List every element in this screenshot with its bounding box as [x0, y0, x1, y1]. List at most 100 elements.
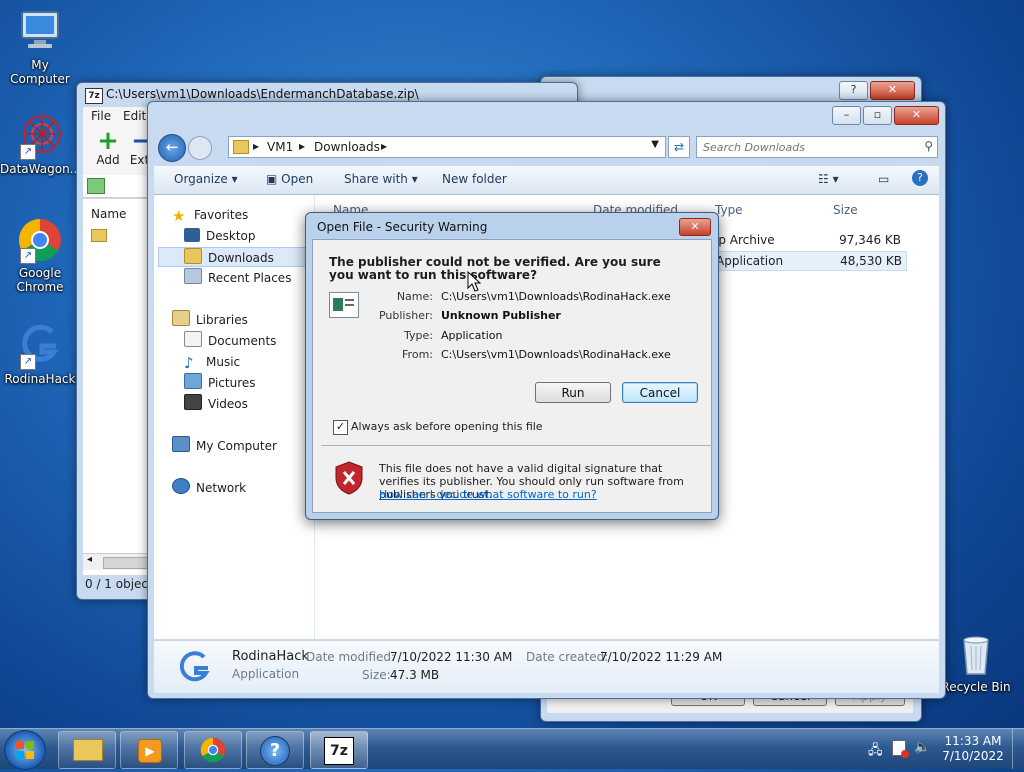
clock-time: 11:33 AM — [944, 734, 1002, 748]
breadcrumb-separator-icon: ▸ — [381, 139, 388, 153]
help-icon[interactable]: ? — [912, 170, 928, 186]
desktop-icon-label: Google Chrome — [16, 266, 64, 294]
nav-label: Desktop — [206, 229, 256, 243]
menu-file[interactable]: File — [91, 109, 111, 123]
sevenzip-icon: 7z — [324, 737, 354, 765]
help-link[interactable]: How can I decide what software to run? — [379, 488, 597, 501]
dialog-body: The publisher could not be verified. Are… — [312, 239, 713, 513]
details-size: 47.3 MB — [390, 668, 440, 682]
scroll-left-icon[interactable]: ◂ — [87, 554, 92, 565]
nav-my-computer[interactable]: My Computer — [172, 436, 277, 456]
run-button[interactable]: Run — [535, 382, 611, 403]
windows-logo-icon — [16, 741, 34, 759]
scrollbar-thumb[interactable] — [103, 557, 151, 569]
breadcrumb-downloads[interactable]: Downloads — [314, 140, 380, 154]
nav-pictures[interactable]: Pictures — [184, 373, 256, 393]
close-button[interactable]: ✕ — [870, 81, 915, 100]
taskbar-explorer-button[interactable] — [58, 731, 116, 769]
view-options-icon[interactable]: ☷ ▾ — [818, 172, 839, 186]
navigation-pane: ★ Favorites Desktop Downloads Recent Plac… — [154, 195, 315, 639]
open-button[interactable]: ▣ Open — [266, 172, 313, 186]
start-button[interactable] — [4, 730, 46, 770]
file-size: 48,530 KB — [840, 254, 902, 268]
taskbar-media-player-button[interactable]: ▶ — [120, 731, 178, 769]
from-label: From: — [402, 348, 433, 361]
videos-icon — [184, 394, 202, 410]
share-with-button[interactable]: Share with ▾ — [344, 172, 418, 186]
search-box[interactable]: ⚲ — [696, 136, 938, 158]
action-center-icon[interactable] — [892, 740, 909, 758]
organize-button[interactable]: Organize ▾ — [174, 172, 238, 186]
taskbar-chrome-button[interactable] — [184, 731, 242, 769]
back-button[interactable]: ← — [158, 134, 186, 162]
nav-libraries[interactable]: Libraries — [172, 310, 248, 330]
desktop-icon-recycle-bin[interactable]: Recycle Bin — [936, 630, 1016, 694]
close-button[interactable]: ✕ — [894, 106, 939, 125]
type-value: Application — [441, 329, 503, 342]
desktop-icon-my-computer[interactable]: My Computer — [0, 8, 80, 86]
nav-label: Downloads — [208, 251, 274, 265]
file-type: ip Archive — [715, 233, 775, 247]
column-size[interactable]: Size — [833, 203, 858, 217]
refresh-icon: ⇄ — [673, 140, 685, 154]
search-input[interactable] — [701, 138, 905, 156]
taskbar-sevenzip-button[interactable]: 7z — [310, 731, 368, 769]
clock[interactable]: 11:33 AM 7/10/2022 — [940, 734, 1006, 764]
column-type[interactable]: Type — [715, 203, 743, 217]
publisher-label: Publisher: — [378, 309, 433, 322]
nav-desktop[interactable]: Desktop — [184, 226, 256, 246]
nav-network[interactable]: Network — [172, 478, 246, 498]
forward-button[interactable] — [188, 136, 212, 160]
breadcrumb-vm1[interactable]: VM1 — [267, 140, 293, 154]
network-tray-icon[interactable]: 🖧 — [868, 741, 883, 763]
always-ask-checkbox[interactable]: ✓ — [333, 420, 348, 435]
nav-downloads[interactable]: Downloads — [158, 247, 312, 267]
always-ask-label[interactable]: Always ask before opening this file — [351, 420, 543, 433]
refresh-button[interactable]: ⇄ — [668, 136, 690, 158]
pictures-icon — [184, 373, 202, 389]
file-row-selected[interactable]: Application 48,530 KB — [711, 251, 907, 271]
preview-pane-icon[interactable]: ▭ — [878, 172, 889, 186]
minimize-button[interactable]: – — [832, 106, 861, 125]
documents-icon — [184, 331, 202, 347]
menu-edit[interactable]: Edit — [123, 109, 146, 123]
details-date-modified: 7/10/2022 11:30 AM — [390, 650, 513, 664]
column-name[interactable]: Name — [91, 207, 126, 221]
desktop-icon-chrome[interactable]: ↗ Google Chrome — [0, 216, 80, 294]
new-folder-button[interactable]: New folder — [442, 172, 507, 186]
address-bar[interactable]: ▸ VM1 ▸ Downloads ▸ ▼ — [228, 136, 666, 158]
details-size-label: Size: — [362, 668, 391, 682]
add-button[interactable]: + Add — [93, 128, 123, 167]
cancel-button[interactable]: Cancel — [622, 382, 698, 403]
nav-recent-places[interactable]: Recent Places — [184, 268, 291, 288]
type-label: Type: — [404, 329, 433, 342]
taskbar-help-button[interactable]: ? — [246, 731, 304, 769]
file-row[interactable]: ip Archive 97,346 KB — [711, 231, 905, 249]
shield-warning-icon — [333, 460, 365, 496]
nav-music[interactable]: ♪ Music — [184, 352, 240, 372]
desktop-icon-rodinahack[interactable]: ↗ RodinaHack — [0, 322, 80, 386]
nav-documents[interactable]: Documents — [184, 331, 276, 351]
desktop-icon-datawagon[interactable]: ↗ DataWagon... — [0, 112, 81, 176]
sevenzip-icon: 7z — [85, 88, 103, 104]
up-folder-icon[interactable] — [87, 178, 105, 194]
open-label: Open — [281, 172, 314, 186]
address-dropdown-icon[interactable]: ▼ — [651, 139, 659, 150]
breadcrumb-separator-icon: ▸ — [253, 139, 260, 153]
desktop-icon — [184, 228, 200, 242]
breadcrumb-separator-icon: ▸ — [299, 139, 306, 153]
help-button[interactable]: ? — [839, 81, 868, 100]
details-pane: RodinaHack Application Date modified: 7/… — [154, 640, 939, 693]
folder-icon[interactable] — [91, 229, 107, 242]
volume-icon[interactable]: 🔈 — [914, 740, 930, 755]
music-icon: ♪ — [184, 354, 194, 372]
close-icon: ✕ — [690, 220, 700, 233]
nav-favorites[interactable]: ★ Favorites — [172, 205, 248, 225]
dialog-heading: The publisher could not be verified. Are… — [329, 255, 661, 282]
file-type: Application — [716, 254, 784, 268]
show-desktop-button[interactable] — [1012, 729, 1024, 769]
nav-videos[interactable]: Videos — [184, 394, 248, 414]
dialog-close-button[interactable]: ✕ — [679, 218, 711, 236]
maximize-button[interactable]: ▫ — [863, 106, 892, 125]
back-arrow-icon: ← — [165, 138, 179, 156]
